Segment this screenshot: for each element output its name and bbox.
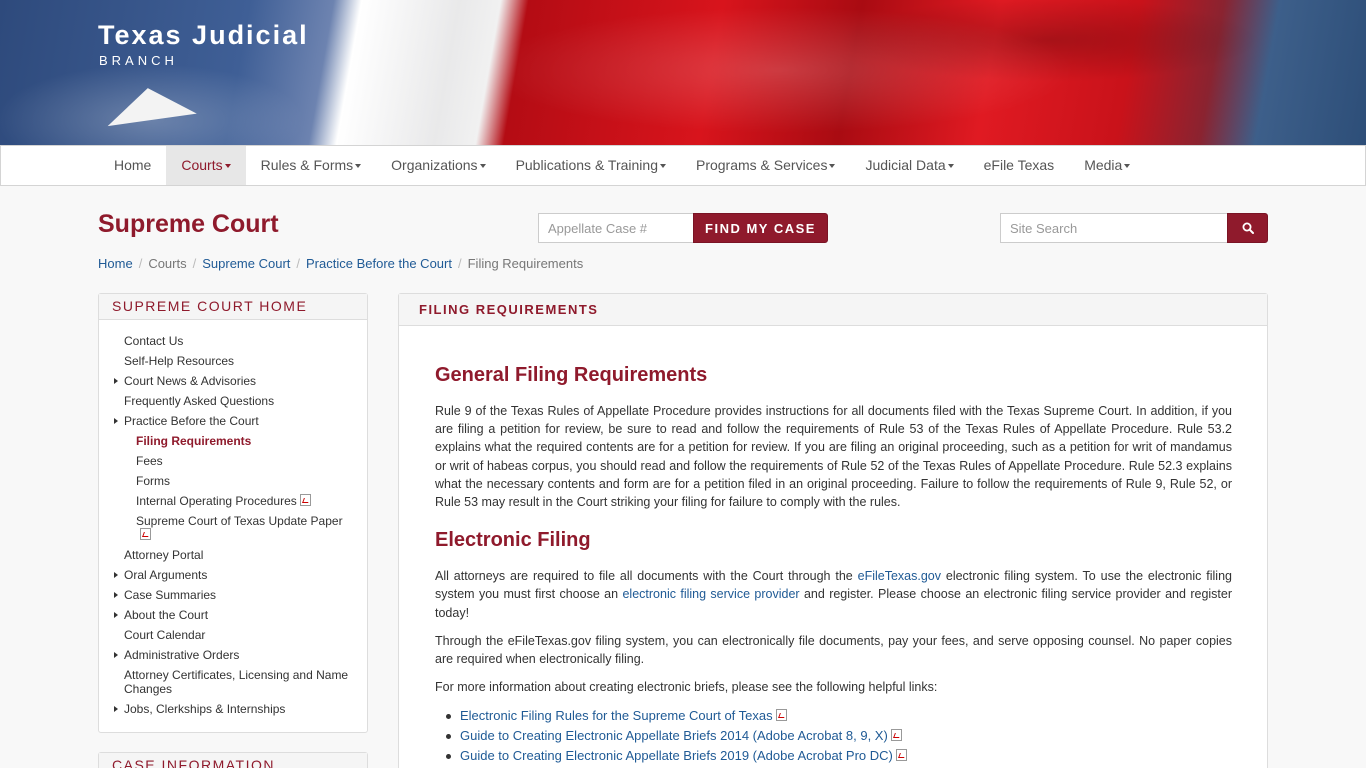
sidebar-item-update-paper[interactable]: Supreme Court of Texas Update Paper (99, 511, 367, 545)
pdf-icon (895, 749, 907, 762)
list-item[interactable]: Electronic Filing Rules for the Supreme … (446, 706, 1232, 726)
list-item[interactable]: Guide to Creating Electronic Appellate B… (446, 746, 1232, 766)
pdf-icon (890, 729, 902, 742)
sidebar-item-label: Internal Operating Procedures (136, 494, 297, 508)
electronic-filing-paragraph: All attorneys are required to file all d… (435, 567, 1232, 622)
brand-subtitle[interactable]: BRANCH (99, 53, 178, 68)
helpful-links-list: Electronic Filing Rules for the Supreme … (435, 706, 1232, 766)
nav-label: eFile Texas (983, 157, 1055, 173)
pdf-icon (775, 709, 787, 722)
search-icon (1242, 222, 1254, 234)
nav-label: Publications & Training (515, 157, 658, 173)
breadcrumb-home[interactable]: Home (98, 256, 133, 271)
sidebar-item-jobs[interactable]: Jobs, Clerkships & Internships (99, 699, 367, 719)
electronic-filing-rules-link[interactable]: Electronic Filing Rules for the Supreme … (460, 708, 773, 723)
caret-down-icon (947, 164, 954, 169)
general-filing-paragraph: Rule 9 of the Texas Rules of Appellate P… (435, 404, 1232, 510)
general-filing-heading: General Filing Requirements (435, 364, 708, 386)
guide-2019-link[interactable]: Guide to Creating Electronic Appellate B… (460, 748, 893, 763)
header-banner: Texas Judicial BRANCH (0, 0, 1366, 145)
nav-rules-forms[interactable]: Rules & Forms (246, 146, 377, 185)
sidebar-item-contact[interactable]: Contact Us (99, 331, 367, 351)
breadcrumb: Home / Courts / Supreme Court / Practice… (98, 256, 583, 271)
electronic-filing-heading: Electronic Filing (435, 529, 591, 552)
sidebar-item-certificates[interactable]: Attorney Certificates, Licensing and Nam… (99, 665, 367, 699)
sidebar-item-faq[interactable]: Frequently Asked Questions (99, 391, 367, 411)
sidebar-item-fees[interactable]: Fees (99, 451, 367, 471)
nav-programs[interactable]: Programs & Services (681, 146, 850, 185)
efile-system-paragraph: Through the eFileTexas.gov filing system… (435, 633, 1232, 667)
site-search-button[interactable] (1227, 213, 1268, 243)
nav-media[interactable]: Media (1069, 146, 1145, 185)
breadcrumb-separator: / (296, 256, 301, 271)
text-run: All attorneys are required to file all d… (435, 569, 858, 584)
caret-down-icon (224, 164, 231, 169)
efsp-link[interactable]: electronic filing service provider (622, 587, 799, 601)
pdf-icon (140, 528, 151, 540)
sidebar: SUPREME COURT HOME Contact Us Self-Help … (98, 293, 368, 733)
sidebar-item-calendar[interactable]: Court Calendar (99, 625, 367, 645)
caret-down-icon (355, 164, 362, 169)
sidebar-item-filing-requirements[interactable]: Filing Requirements (99, 431, 367, 451)
sidebar-item-iop[interactable]: Internal Operating Procedures (99, 491, 367, 511)
helpful-links-intro: For more information about creating elec… (435, 680, 938, 695)
guide-2014-link[interactable]: Guide to Creating Electronic Appellate B… (460, 728, 888, 743)
breadcrumb-practice[interactable]: Practice Before the Court (306, 256, 452, 271)
find-my-case-button[interactable]: FIND MY CASE (693, 213, 828, 243)
breadcrumb-current: Filing Requirements (467, 256, 584, 271)
sidebar-item-attorney-portal[interactable]: Attorney Portal (99, 545, 367, 565)
nav-publications[interactable]: Publications & Training (501, 146, 681, 185)
breadcrumb-separator: / (192, 256, 197, 271)
sidebar-item-practice[interactable]: Practice Before the Court (99, 411, 367, 431)
sidebar-case-information: CASE INFORMATION (98, 752, 368, 768)
sidebar-item-oral-arguments[interactable]: Oral Arguments (99, 565, 367, 585)
breadcrumb-supreme-court[interactable]: Supreme Court (202, 256, 290, 271)
caret-down-icon (1124, 164, 1131, 169)
case-number-input[interactable] (538, 213, 694, 243)
caret-down-icon (829, 164, 836, 169)
nav-efile-texas[interactable]: eFile Texas (969, 146, 1070, 185)
nav-label: Judicial Data (865, 157, 946, 173)
sidebar-heading[interactable]: SUPREME COURT HOME (99, 294, 367, 320)
sidebar-item-self-help[interactable]: Self-Help Resources (99, 351, 367, 371)
pdf-icon (299, 494, 311, 506)
breadcrumb-courts: Courts (148, 256, 187, 271)
nav-label: Rules & Forms (260, 157, 354, 173)
list-item[interactable]: Guide to Creating Electronic Appellate B… (446, 726, 1232, 746)
main-panel: FILING REQUIREMENTS General Filing Requi… (398, 293, 1268, 768)
sidebar-item-label: Supreme Court of Texas Update Paper (136, 514, 343, 528)
nav-label: Organizations (391, 157, 478, 173)
nav-label: Home (114, 157, 152, 173)
sidebar-item-forms[interactable]: Forms (99, 471, 367, 491)
main-nav: Home Courts Rules & Forms Organizations … (0, 145, 1366, 186)
breadcrumb-separator: / (457, 256, 462, 271)
sidebar-item-about[interactable]: About the Court (99, 605, 367, 625)
brand-title[interactable]: Texas Judicial (98, 20, 309, 51)
nav-label: Courts (181, 157, 223, 173)
sidebar-item-news[interactable]: Court News & Advisories (99, 371, 367, 391)
page-title: Supreme Court (98, 210, 279, 238)
efiletexas-link[interactable]: eFileTexas.gov (858, 569, 941, 583)
site-search-input[interactable] (1000, 213, 1228, 243)
nav-organizations[interactable]: Organizations (376, 146, 500, 185)
caret-down-icon (659, 164, 666, 169)
nav-courts[interactable]: Courts (166, 146, 246, 185)
sidebar-item-case-summaries[interactable]: Case Summaries (99, 585, 367, 605)
nav-label: Media (1084, 157, 1123, 173)
main-content: General Filing Requirements Rule 9 of th… (435, 364, 1232, 766)
nav-label: Programs & Services (695, 157, 828, 173)
caret-down-icon (479, 164, 486, 169)
breadcrumb-separator: / (138, 256, 143, 271)
sidebar-case-info-heading[interactable]: CASE INFORMATION (99, 753, 367, 768)
nav-judicial-data[interactable]: Judicial Data (850, 146, 968, 185)
sidebar-item-admin-orders[interactable]: Administrative Orders (99, 645, 367, 665)
nav-home[interactable]: Home (99, 146, 166, 185)
main-panel-heading: FILING REQUIREMENTS (399, 294, 1267, 326)
